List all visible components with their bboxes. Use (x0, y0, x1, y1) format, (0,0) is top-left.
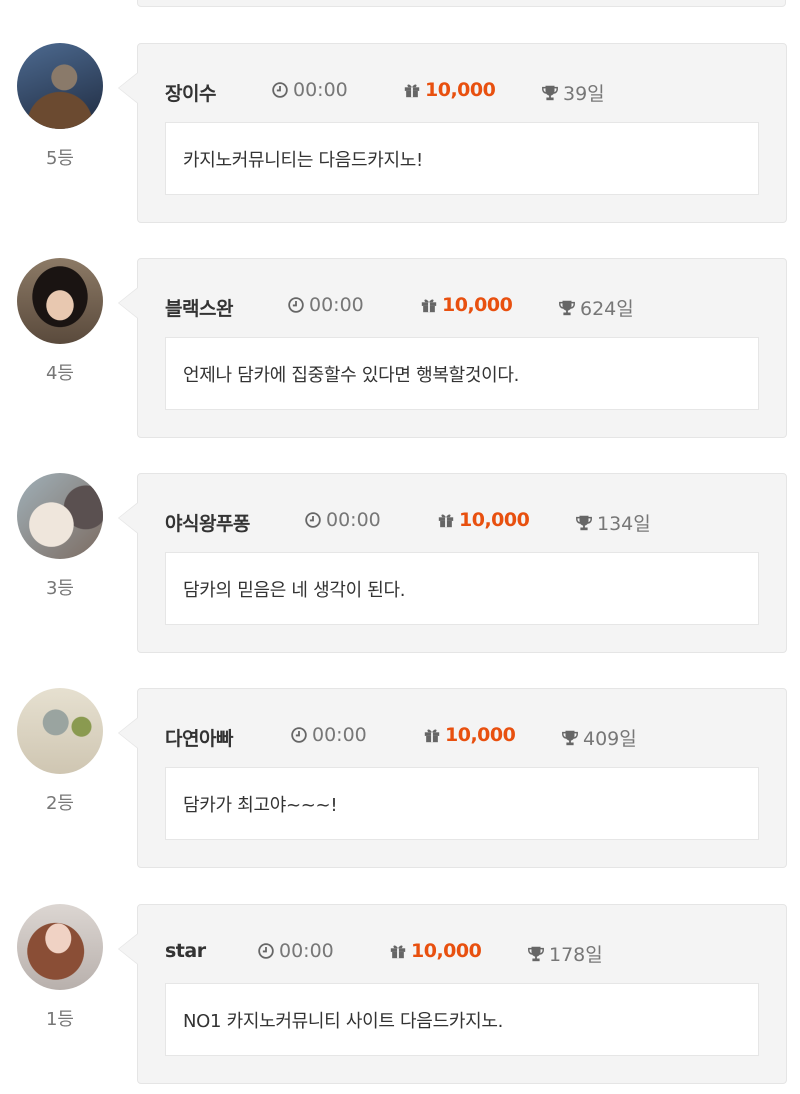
user-name[interactable]: 야식왕푸퐁 (165, 509, 250, 536)
user-name[interactable]: 블랙스완 (165, 294, 233, 321)
gift-value: 10,000 (425, 79, 496, 101)
gift-stat: 10,000 (437, 509, 530, 531)
entry-card: 야식왕푸퐁 00:00 10,000 134일 담카의 믿음은 네 생각이 된다… (118, 473, 787, 653)
gift-value: 10,000 (445, 724, 516, 746)
time-stat: 00:00 (271, 79, 348, 101)
message-box: 담카가 최고야~~~! (165, 767, 759, 840)
clock-icon (272, 82, 288, 98)
previous-entry-card (137, 0, 786, 7)
entry-card: star 00:00 10,000 178일 NO1 카지노커뮤니티 사이트 다… (118, 904, 787, 1084)
days-value: 409일 (583, 728, 637, 750)
days-value: 178일 (549, 944, 603, 966)
rank-label: 5등 (45, 148, 74, 169)
trophy-icon (542, 85, 558, 100)
gift-icon (404, 84, 420, 98)
message-box: 언제나 담카에 집중할수 있다면 행복할것이다. (165, 337, 759, 410)
time-value: 00:00 (279, 940, 334, 962)
rank-label: 3등 (45, 578, 74, 599)
message-box: NO1 카지노커뮤니티 사이트 다음드카지노. (165, 983, 759, 1056)
user-name[interactable]: 장이수 (165, 79, 216, 106)
gift-stat: 10,000 (403, 79, 496, 101)
message-text: 언제나 담카에 집중할수 있다면 행복할것이다. (183, 364, 520, 386)
days-stat: 134일 (575, 509, 651, 536)
message-text: NO1 카지노커뮤니티 사이트 다음드카지노. (183, 1010, 504, 1032)
days-stat: 409일 (561, 724, 637, 751)
gift-icon (438, 514, 454, 528)
trophy-icon (559, 300, 575, 315)
list-item: 1등 star 00:00 10,000 178일 NO1 카지노커뮤니티 사이… (0, 904, 800, 1094)
message-box: 담카의 믿음은 네 생각이 된다. (165, 552, 759, 625)
clock-icon (305, 512, 321, 528)
trophy-icon (576, 515, 592, 530)
avatar[interactable] (17, 258, 103, 344)
gift-value: 10,000 (459, 509, 530, 531)
list-item: 2등 다연아빠 00:00 10,000 409일 담카가 최고야~~~! (0, 688, 800, 878)
time-value: 00:00 (326, 509, 381, 531)
time-value: 00:00 (293, 79, 348, 101)
days-value: 624일 (580, 298, 634, 320)
gift-icon (421, 299, 437, 313)
clock-icon (258, 943, 274, 959)
list-item: 5등 장이수 00:00 10,000 39일 카지노커뮤니티는 다음드카지노! (0, 43, 800, 233)
avatar[interactable] (17, 473, 103, 559)
days-stat: 39일 (541, 79, 605, 106)
time-stat: 00:00 (257, 940, 334, 962)
avatar[interactable] (17, 688, 103, 774)
user-name[interactable]: star (165, 940, 206, 962)
gift-icon (424, 729, 440, 743)
trophy-icon (562, 730, 578, 745)
time-value: 00:00 (312, 724, 367, 746)
gift-stat: 10,000 (389, 940, 482, 962)
message-text: 카지노커뮤니티는 다음드카지노! (183, 149, 423, 171)
days-stat: 624일 (558, 294, 634, 321)
time-value: 00:00 (309, 294, 364, 316)
avatar[interactable] (17, 904, 103, 990)
rank-label: 2등 (45, 793, 74, 814)
trophy-icon (528, 946, 544, 961)
gift-value: 10,000 (411, 940, 482, 962)
days-stat: 178일 (527, 940, 603, 967)
user-name[interactable]: 다연아빠 (165, 724, 233, 751)
days-value: 39일 (563, 83, 605, 105)
clock-icon (288, 297, 304, 313)
gift-stat: 10,000 (420, 294, 513, 316)
time-stat: 00:00 (287, 294, 364, 316)
gift-icon (390, 945, 406, 959)
list-item: 3등 야식왕푸퐁 00:00 10,000 134일 담카의 믿음은 네 생각이… (0, 473, 800, 663)
entry-card: 다연아빠 00:00 10,000 409일 담카가 최고야~~~! (118, 688, 787, 868)
entry-card: 블랙스완 00:00 10,000 624일 언제나 담카에 집중할수 있다면 … (118, 258, 787, 438)
rank-label: 4등 (45, 363, 74, 384)
rank-label: 1등 (45, 1009, 74, 1030)
message-box: 카지노커뮤니티는 다음드카지노! (165, 122, 759, 195)
message-text: 담카가 최고야~~~! (183, 794, 338, 816)
message-text: 담카의 믿음은 네 생각이 된다. (183, 579, 406, 601)
list-item: 4등 블랙스완 00:00 10,000 624일 언제나 담카에 집중할수 있… (0, 258, 800, 448)
gift-stat: 10,000 (423, 724, 516, 746)
days-value: 134일 (597, 513, 651, 535)
gift-value: 10,000 (442, 294, 513, 316)
time-stat: 00:00 (290, 724, 367, 746)
time-stat: 00:00 (304, 509, 381, 531)
avatar[interactable] (17, 43, 103, 129)
entry-card: 장이수 00:00 10,000 39일 카지노커뮤니티는 다음드카지노! (118, 43, 787, 223)
clock-icon (291, 727, 307, 743)
